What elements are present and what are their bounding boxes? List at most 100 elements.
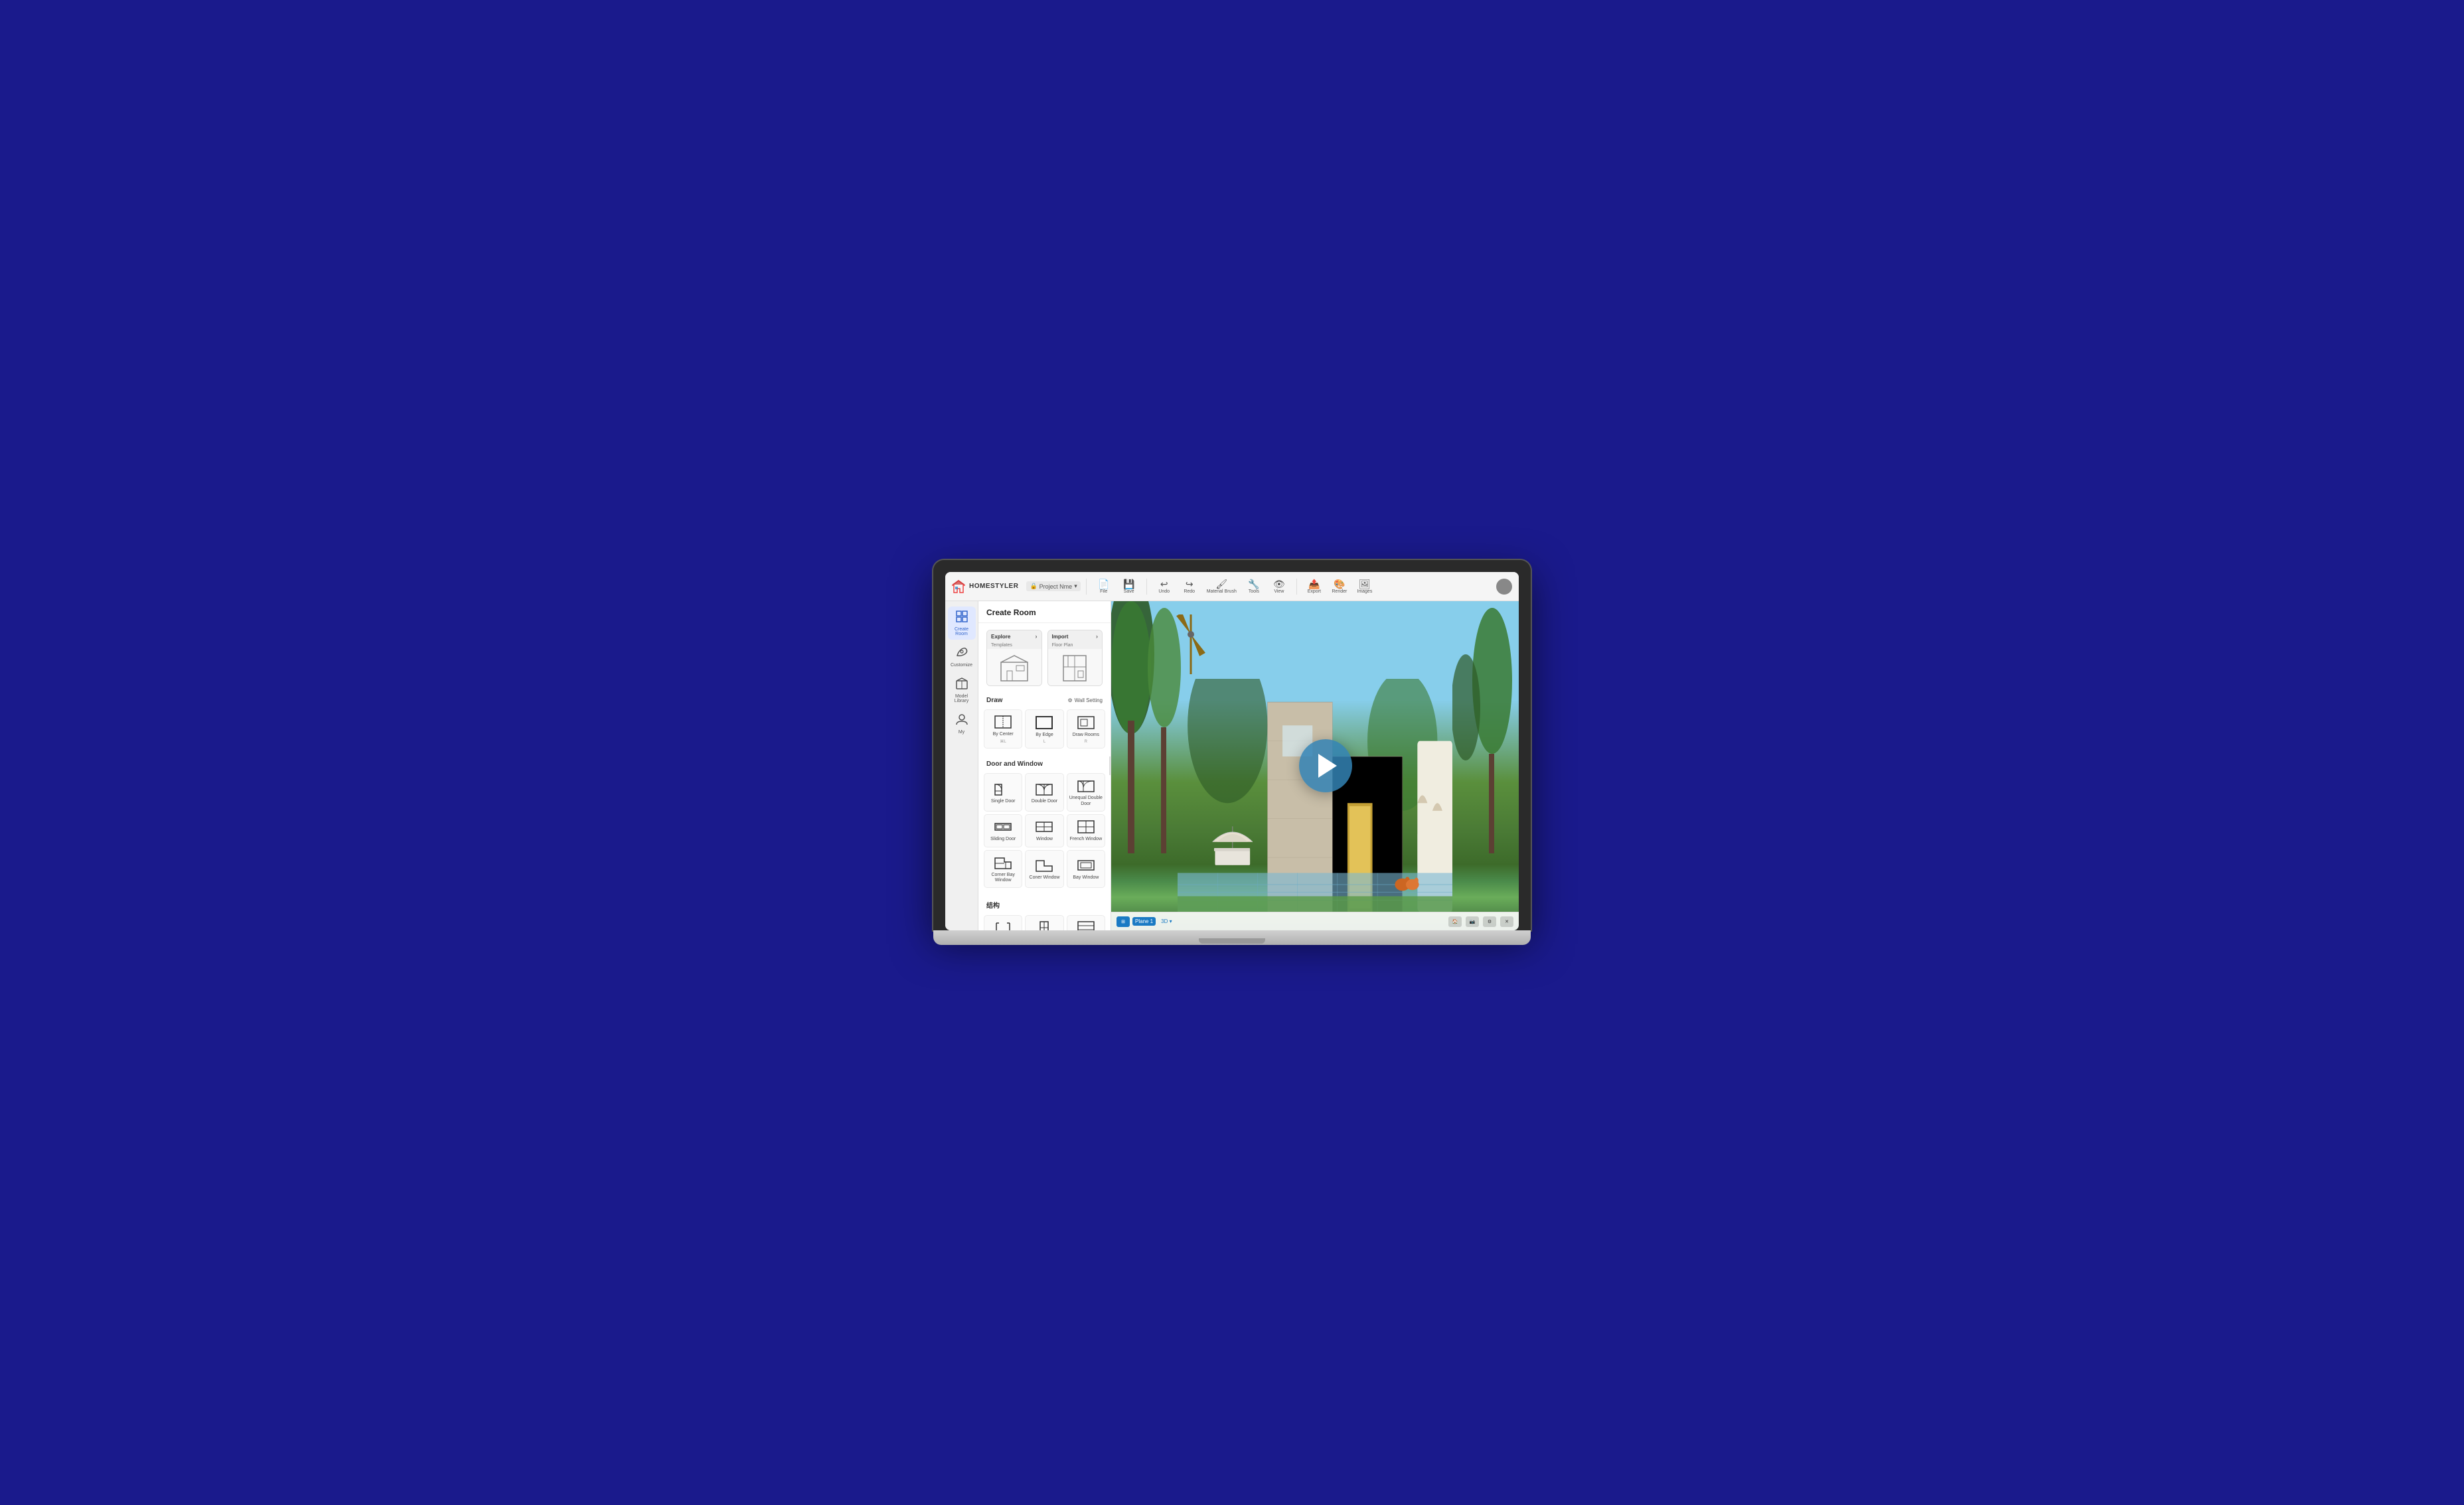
coner-window-icon — [1034, 857, 1054, 873]
tools-button[interactable]: 🔧 Tools — [1242, 577, 1266, 596]
3d-tab[interactable]: 3D ▾ — [1158, 917, 1174, 926]
by-center-tool[interactable]: By Center ⌘L — [984, 709, 1022, 749]
by-center-label: By Center — [993, 732, 1014, 737]
draw-rooms-icon — [1076, 715, 1096, 731]
by-edge-label: By Edge — [1036, 733, 1053, 738]
import-label: Import — [1052, 634, 1069, 640]
export-button[interactable]: 📤 Export — [1302, 577, 1326, 596]
file-label: File — [1100, 589, 1107, 594]
redo-button[interactable]: ↪ Redo — [1178, 577, 1201, 596]
wall-setting-button[interactable]: ⚙ Wall Setting — [1067, 697, 1103, 703]
create-room-label: CreateRoom — [955, 627, 968, 636]
explore-sub-label: Templates — [987, 642, 1041, 649]
unequal-double-door-icon — [1076, 778, 1096, 794]
laptop-base — [933, 930, 1531, 945]
play-button[interactable] — [1299, 739, 1352, 792]
french-window-tool[interactable]: French Window — [1067, 814, 1105, 847]
by-center-shortcut: ⌘L — [1000, 739, 1006, 744]
toolbar-output-group: 📤 Export 🎨 Render 🖼 Images — [1302, 577, 1377, 596]
file-button[interactable]: 📄 File — [1092, 577, 1116, 596]
import-floor-plan-card[interactable]: Import › Floor Plan — [1047, 630, 1103, 686]
girder-icon — [1076, 920, 1096, 930]
single-door-tool[interactable]: Single Door — [984, 773, 1022, 812]
render-button[interactable]: 🎨 Render — [1328, 577, 1351, 596]
toolbar-divider-2 — [1146, 579, 1147, 595]
draw-section-header: Draw ⚙ Wall Setting — [978, 693, 1111, 707]
door-window-tools-grid: Single Door — [978, 770, 1111, 893]
by-edge-icon — [1034, 715, 1054, 731]
door-opening-tool[interactable]: Door Opening — [984, 915, 1022, 930]
view-ctrl-3[interactable]: ⚙ — [1483, 916, 1496, 927]
toolbar-brand: HOMESTYLER — [952, 580, 1018, 593]
redo-label: Redo — [1184, 589, 1195, 594]
laptop-outer: HOMESTYLER 🔒 Project Nme ▾ 📄 File — [933, 560, 1531, 945]
sidebar-item-my[interactable]: My — [948, 709, 976, 738]
save-icon: 💾 — [1123, 579, 1134, 589]
gear-icon: ⚙ — [1067, 697, 1072, 703]
floor-plan-view-icon[interactable]: ⊞ — [1116, 916, 1130, 927]
by-edge-shortcut: L — [1043, 740, 1045, 744]
view-ctrl-2[interactable]: 📷 — [1466, 916, 1479, 927]
window-tool[interactable]: Window — [1025, 814, 1063, 847]
draw-rooms-tool[interactable]: Draw Rooms R — [1067, 709, 1105, 749]
by-center-icon — [993, 714, 1013, 730]
door-window-section-title: Door and Window — [986, 760, 1043, 768]
corner-bay-window-tool[interactable]: Corner Bay Window — [984, 850, 1022, 889]
import-floor-plan-preview — [1058, 652, 1091, 682]
plane1-tab[interactable]: Plane 1 — [1132, 917, 1156, 926]
import-arrow: › — [1096, 633, 1098, 640]
my-icon — [955, 713, 968, 729]
view-controls-left: ⊞ Plane 1 3D ▾ — [1116, 916, 1175, 927]
view-ctrl-4[interactable]: ✕ — [1500, 916, 1513, 927]
user-avatar[interactable] — [1496, 579, 1512, 595]
project-dropdown-icon: ▾ — [1074, 583, 1077, 590]
laptop-screen: HOMESTYLER 🔒 Project Nme ▾ 📄 File — [945, 572, 1519, 930]
undo-button[interactable]: ↩ Undo — [1152, 577, 1176, 596]
explore-arrow: › — [1036, 633, 1038, 640]
sidebar-item-customize[interactable]: Customize — [948, 642, 976, 671]
project-name-button[interactable]: 🔒 Project Nme ▾ — [1026, 581, 1080, 591]
unequal-double-door-tool[interactable]: Unequal Double Door — [1067, 773, 1105, 812]
toolbar-divider-3 — [1296, 579, 1297, 595]
tools-icon: 🔧 — [1248, 579, 1259, 589]
brand-logo — [952, 580, 965, 593]
material-brush-button[interactable]: 🖌 Material Brush — [1203, 577, 1241, 596]
window-label: Window — [1036, 837, 1053, 842]
render-icon: 🎨 — [1334, 579, 1345, 589]
explore-label: Explore — [991, 634, 1010, 640]
create-room-cards: Explore › Templates — [978, 623, 1111, 693]
girder-tool[interactable]: Girder — [1067, 915, 1105, 930]
explore-template-preview — [998, 652, 1031, 682]
single-door-icon — [993, 781, 1013, 797]
sliding-door-label: Sliding Door — [990, 837, 1016, 842]
bay-window-tool[interactable]: Bay Window — [1067, 850, 1105, 889]
double-door-tool[interactable]: Double Door — [1025, 773, 1063, 812]
view-ctrl-1[interactable]: 🏠 — [1448, 916, 1462, 927]
structure-section-header: 结构 — [978, 896, 1111, 912]
save-button[interactable]: 💾 Save — [1117, 577, 1141, 596]
laptop-notch — [1199, 938, 1265, 944]
wall-setting-label: Wall Setting — [1075, 697, 1103, 703]
by-edge-tool[interactable]: By Edge L — [1025, 709, 1063, 749]
coner-window-tool[interactable]: Coner Window — [1025, 850, 1063, 889]
create-room-icon — [955, 610, 968, 626]
flue-tool[interactable]: Flue — [1025, 915, 1063, 930]
sliding-door-tool[interactable]: Sliding Door — [984, 814, 1022, 847]
double-door-icon — [1034, 781, 1054, 797]
import-sub-label: Floor Plan — [1048, 642, 1103, 649]
sliding-door-icon — [993, 819, 1013, 835]
customize-icon — [955, 646, 968, 662]
unequal-double-door-label: Unequal Double Door — [1069, 796, 1103, 807]
sidebar-item-create-room[interactable]: CreateRoom — [948, 607, 976, 640]
render-label: Render — [1332, 589, 1347, 594]
building — [1178, 679, 1452, 912]
door-opening-icon — [993, 920, 1013, 930]
sidebar-item-model-library[interactable]: ModelLibrary — [948, 674, 976, 707]
images-button[interactable]: 🖼 Images — [1353, 577, 1377, 596]
explore-templates-card[interactable]: Explore › Templates — [986, 630, 1042, 686]
view-button[interactable]: 👁 View — [1267, 577, 1291, 596]
undo-icon: ↩ — [1160, 579, 1168, 589]
toolbar: HOMESTYLER 🔒 Project Nme ▾ 📄 File — [945, 572, 1519, 601]
explore-card-header: Explore › — [987, 630, 1041, 642]
corner-bay-window-label: Corner Bay Window — [986, 873, 1020, 884]
